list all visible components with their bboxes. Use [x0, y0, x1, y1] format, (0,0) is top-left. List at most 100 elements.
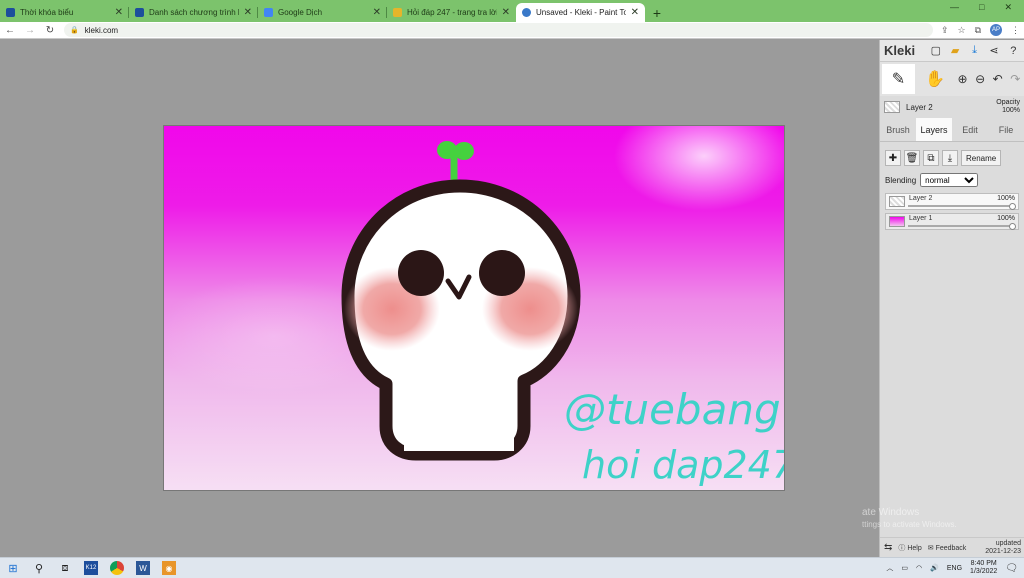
panel-footer: ⇆ ⓘ Help ✉ Feedback updated 2021-12-23	[880, 537, 1024, 557]
undo-icon[interactable]: ↶	[991, 64, 1005, 94]
close-tab-icon[interactable]: ✕	[244, 7, 252, 18]
new-tab-button[interactable]: +	[648, 4, 666, 22]
zoom-in-icon[interactable]: ⊕	[956, 64, 970, 94]
artwork-drawing: @tuebang hoi dap247	[164, 126, 784, 487]
close-tab-icon[interactable]: ✕	[631, 7, 639, 18]
merge-down-button[interactable]: ⤓	[942, 150, 958, 166]
current-layer-thumbnail	[884, 101, 900, 113]
share-icon[interactable]: ⋖	[987, 44, 1000, 58]
volume-icon[interactable]: 🔊	[930, 564, 939, 572]
browser-tab-1[interactable]: Thời khóa biểu ✕	[0, 3, 129, 22]
word-icon[interactable]: W	[136, 561, 150, 575]
drawing-canvas[interactable]: @tuebang hoi dap247	[163, 125, 785, 491]
watermark-line-2: ttings to activate Windows.	[862, 520, 957, 529]
blending-select[interactable]: normal	[920, 173, 979, 187]
kleki-favicon-icon	[522, 8, 531, 17]
layer-name: Layer 1	[909, 215, 933, 222]
bookmark-star-icon[interactable]: ☆	[957, 25, 965, 36]
browser-tab-3[interactable]: Google Dịch ✕	[258, 3, 387, 22]
character-body	[404, 361, 514, 451]
notification-icon[interactable]: 🗨	[1005, 563, 1018, 574]
redo-icon[interactable]: ↷	[1008, 64, 1022, 94]
close-tab-icon[interactable]: ✕	[115, 7, 123, 18]
tab-layers[interactable]: Layers	[916, 118, 952, 141]
tab-file[interactable]: File	[988, 118, 1024, 141]
layer-row-2[interactable]: Layer 2 100%	[885, 193, 1019, 210]
sprout-leaf-left	[437, 141, 457, 159]
updated-label: updated	[995, 539, 1021, 547]
sprout-leaf-right	[454, 142, 474, 160]
share-icon[interactable]: ⇪	[941, 25, 949, 36]
watermark-line-1: ate Windows	[862, 507, 920, 518]
download-icon[interactable]: ⤓	[968, 44, 981, 58]
layer-opacity-slider[interactable]	[908, 223, 1016, 230]
menu-kebab-icon[interactable]: ⋮	[1011, 25, 1020, 36]
kleki-toolbar: ✎ ✋ ⊕ ⊖ ↶ ↷	[880, 62, 1024, 96]
forward-arrow-icon[interactable]: →	[24, 25, 36, 36]
k12-app-icon[interactable]: K12	[84, 561, 98, 575]
clock[interactable]: 8:40 PM 1/3/2022	[970, 560, 997, 576]
reload-icon[interactable]: ↻	[44, 25, 56, 36]
new-file-icon[interactable]: ▢	[929, 44, 942, 58]
brush-tool-button[interactable]: ✎	[882, 64, 915, 94]
hand-tool-button[interactable]: ✋	[919, 64, 952, 94]
start-windows-icon[interactable]: ⊞	[6, 561, 20, 575]
back-arrow-icon[interactable]: ←	[4, 25, 16, 36]
browser-tab-2[interactable]: Danh sách chương trình học đã ✕	[129, 3, 258, 22]
profile-avatar[interactable]: AP	[990, 24, 1002, 36]
layer-opacity-slider[interactable]	[908, 203, 1016, 210]
language-indicator[interactable]: ENG	[947, 565, 962, 572]
wifi-icon[interactable]: ◠	[916, 564, 922, 572]
search-icon[interactable]: ⚲	[32, 561, 46, 575]
windows-activation-watermark: ate Windows ttings to activate Windows.	[862, 507, 957, 531]
open-folder-icon[interactable]: ▰	[948, 44, 961, 58]
layer-name: Layer 2	[909, 195, 933, 202]
feedback-link[interactable]: ✉ Feedback	[928, 544, 967, 552]
maximize-button[interactable]: □	[979, 2, 984, 13]
layer-thumbnail	[889, 196, 905, 207]
updated-date: 2021-12-23	[985, 547, 1021, 555]
system-tray: ︿ ▭ ◠ 🔊 ENG 8:40 PM 1/3/2022 🗨	[886, 560, 1018, 576]
browser-tab-4[interactable]: Hỏi đáp 247 - trang tra lời ✕	[387, 3, 516, 22]
help-icon[interactable]: ?	[1007, 44, 1020, 58]
tab-title: Google Dịch	[278, 8, 323, 17]
task-view-icon[interactable]: ⧈	[58, 561, 72, 575]
tab-title: Danh sách chương trình học đã	[149, 8, 239, 17]
close-tab-icon[interactable]: ✕	[502, 7, 510, 18]
swap-sides-icon[interactable]: ⇆	[884, 542, 892, 553]
opacity-readout[interactable]: Opacity 100%	[996, 99, 1020, 115]
chevron-up-icon[interactable]: ︿	[886, 563, 893, 573]
canvas-workspace[interactable]: @tuebang hoi dap247	[0, 40, 879, 557]
chrome-icon[interactable]	[110, 561, 124, 575]
help-link[interactable]: ⓘ Help	[898, 543, 921, 553]
rename-layer-button[interactable]: Rename	[961, 150, 1002, 166]
layer-row-1[interactable]: Layer 1 100%	[885, 213, 1019, 230]
blending-row: Blending normal	[880, 170, 1024, 190]
paint-app-icon[interactable]: ◉	[162, 561, 176, 575]
close-window-button[interactable]: ✕	[1004, 2, 1012, 13]
artwork-handle-text: @tuebang	[564, 385, 781, 434]
highlight-glow	[614, 126, 784, 211]
opacity-label: Opacity	[996, 99, 1020, 106]
url-text: kleki.com	[84, 25, 119, 35]
current-layer-info: Layer 2 Opacity 100%	[880, 96, 1024, 118]
zoom-out-icon[interactable]: ⊖	[973, 64, 987, 94]
left-eye	[398, 250, 444, 296]
extensions-icon[interactable]: ⧉	[975, 25, 981, 36]
delete-layer-button[interactable]: 🗑	[904, 150, 920, 166]
tab-title: Hỏi đáp 247 - trang tra lời	[407, 8, 497, 17]
network-icon[interactable]: ▭	[901, 564, 908, 572]
duplicate-layer-button[interactable]: ⧉	[923, 150, 939, 166]
url-field[interactable]: 🔒 kleki.com	[64, 23, 933, 37]
add-layer-button[interactable]: ✚	[885, 150, 901, 166]
close-tab-icon[interactable]: ✕	[373, 7, 381, 18]
k12-favicon-icon	[135, 8, 144, 17]
kleki-logo[interactable]: Kleki	[884, 43, 915, 58]
hoidap-favicon-icon	[393, 8, 402, 17]
tab-edit[interactable]: Edit	[952, 118, 988, 141]
minimize-button[interactable]: —	[950, 2, 959, 13]
address-bar: ← → ↻ 🔒 kleki.com ⇪ ☆ ⧉ AP ⋮	[0, 22, 1024, 39]
help-label: Help	[907, 544, 922, 552]
browser-tab-5-active[interactable]: Unsaved - Kleki - Paint Tool ✕	[516, 3, 645, 22]
tab-brush[interactable]: Brush	[880, 118, 916, 141]
